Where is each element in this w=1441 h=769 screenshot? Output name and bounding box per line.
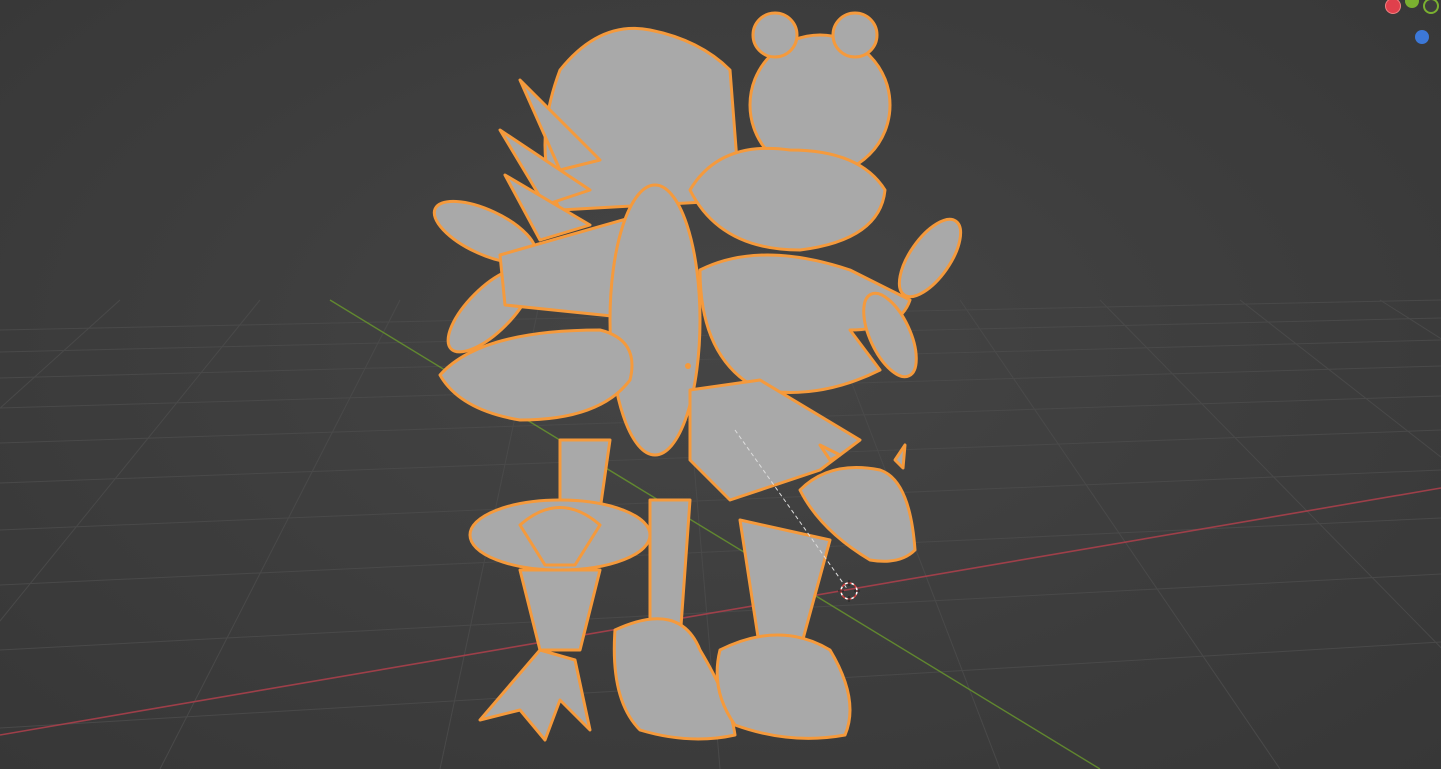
3d-viewport[interactable] <box>0 0 1441 769</box>
gizmo-y-axis-icon[interactable] <box>1405 0 1419 8</box>
sculpted-model[interactable] <box>426 11 972 742</box>
navigation-gizmo[interactable] <box>1371 0 1441 60</box>
3d-cursor-icon[interactable] <box>838 580 860 602</box>
viewport-canvas[interactable] <box>0 0 1441 769</box>
gizmo-neg-x-axis-icon[interactable] <box>1423 0 1439 14</box>
gizmo-z-axis-icon[interactable] <box>1415 30 1429 44</box>
gizmo-x-axis-icon[interactable] <box>1385 0 1401 14</box>
object-origin <box>685 363 691 369</box>
